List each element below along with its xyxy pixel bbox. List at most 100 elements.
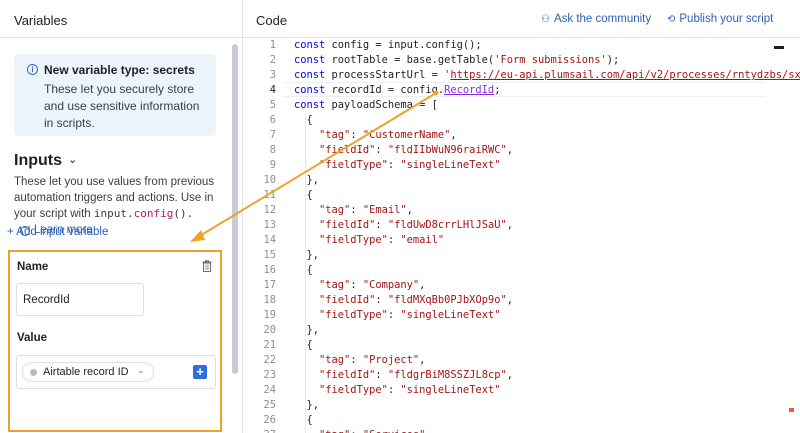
info-icon: i bbox=[27, 64, 38, 75]
code-line[interactable]: 1 const config = input.config(); bbox=[243, 38, 800, 53]
line-number: 27 bbox=[243, 428, 276, 433]
code-line[interactable]: 23 "fieldId": "fldgrBiM8SSZJL8cp", bbox=[243, 368, 800, 383]
variables-scrollbar[interactable] bbox=[232, 44, 238, 374]
input-variable-card: Name RecordId Value Airtable record ID ⌄… bbox=[8, 250, 222, 432]
code-text: { bbox=[294, 113, 313, 128]
code-text: { bbox=[294, 413, 313, 428]
code-line[interactable]: 10 }, bbox=[243, 173, 800, 188]
code-line[interactable]: 26 { bbox=[243, 413, 800, 428]
code-token: "Email" bbox=[362, 204, 407, 216]
secrets-callout: i New variable type: secrets These let y… bbox=[14, 54, 216, 136]
code-token: }, bbox=[294, 324, 320, 336]
code-token: { bbox=[294, 339, 313, 351]
line-number: 14 bbox=[263, 234, 276, 246]
code-line[interactable]: 22 "tag": "Project", bbox=[243, 353, 800, 368]
code-line[interactable]: 5 const payloadSchema = [ bbox=[243, 98, 800, 113]
line-number: 1 bbox=[269, 39, 276, 51]
code-line[interactable]: 27 "tag": "Services", bbox=[243, 428, 800, 433]
code-line[interactable]: 4 const recordId = config.RecordId; bbox=[243, 83, 800, 98]
code-line[interactable]: 20 }, bbox=[243, 323, 800, 338]
code-line[interactable]: 8 "fieldId": "fldIIbWuN96raiRWC", bbox=[243, 143, 800, 158]
callout-title: New variable type: secrets bbox=[44, 63, 195, 77]
code-line[interactable]: 24 "fieldType": "singleLineText" bbox=[243, 383, 800, 398]
code-panel: Code ⚇ Ask the community ⟲ Publish your sc… bbox=[243, 0, 800, 433]
code-panel-title: Code bbox=[256, 13, 288, 28]
share-icon: ⟲ bbox=[667, 14, 676, 25]
line-number: 24 bbox=[263, 384, 276, 396]
publish-script-link[interactable]: ⟲ Publish your script bbox=[667, 13, 773, 25]
inputs-section-toggle[interactable]: Inputs ⌄ bbox=[14, 152, 77, 170]
code-token: const bbox=[294, 39, 326, 51]
code-text: "fieldType": "email" bbox=[294, 233, 444, 248]
code-line[interactable]: 7 "tag": "CustomerName", bbox=[243, 128, 800, 143]
code-token: : bbox=[350, 279, 363, 291]
code-token: "singleLineText" bbox=[400, 309, 501, 321]
code-token: "fieldType" bbox=[319, 159, 388, 171]
variable-value-field[interactable]: Airtable record ID ⌄ + bbox=[16, 355, 216, 389]
add-input-variable-button[interactable]: + Add input variable bbox=[7, 226, 108, 238]
code-text: "fieldId": "fldMXqBb0PJbXOp9o", bbox=[294, 293, 513, 308]
line-number: 10 bbox=[263, 174, 276, 186]
code-token: payloadSchema = [ bbox=[325, 99, 438, 111]
code-token: : bbox=[375, 294, 388, 306]
code-token: "tag" bbox=[319, 204, 351, 216]
people-icon: ⚇ bbox=[541, 14, 550, 25]
code-token: const bbox=[294, 84, 326, 96]
code-token: ; bbox=[494, 84, 501, 96]
code-token: "email" bbox=[400, 234, 445, 246]
code-line[interactable]: 25 }, bbox=[243, 398, 800, 413]
code-text: const payloadSchema = [ bbox=[294, 98, 438, 113]
code-token: { bbox=[294, 264, 313, 276]
line-number: 20 bbox=[263, 324, 276, 336]
code-line[interactable]: 9 "fieldType": "singleLineText" bbox=[243, 158, 800, 173]
chevron-down-icon: ⌄ bbox=[137, 365, 145, 375]
code-line[interactable]: 19 "fieldType": "singleLineText" bbox=[243, 308, 800, 323]
code-text: const processStartUrl = 'https://eu-api.… bbox=[294, 68, 800, 83]
line-number: 25 bbox=[263, 399, 276, 411]
code-token: "fldIIbWuN96raiRWC" bbox=[387, 144, 507, 156]
code-token: : bbox=[350, 429, 363, 433]
code-editor[interactable]: 1 const config = input.config(); 2 const ro… bbox=[243, 38, 800, 433]
code-line[interactable]: 11 { bbox=[243, 188, 800, 203]
code-token: "tag" bbox=[319, 354, 351, 366]
code-text: const rootTable = base.getTable('Form su… bbox=[294, 53, 619, 68]
code-line[interactable]: 12 "tag": "Email", bbox=[243, 203, 800, 218]
code-token: : bbox=[375, 219, 388, 231]
code-line[interactable]: 21 { bbox=[243, 338, 800, 353]
value-select[interactable]: Airtable record ID ⌄ bbox=[22, 362, 154, 382]
variables-scroll-area[interactable]: i New variable type: secrets These let y… bbox=[0, 38, 242, 433]
code-text: "tag": "CustomerName", bbox=[294, 128, 457, 143]
code-token: "Project" bbox=[362, 354, 420, 366]
line-number: 8 bbox=[269, 144, 276, 156]
code-line[interactable]: 18 "fieldId": "fldMXqBb0PJbXOp9o", bbox=[243, 293, 800, 308]
trash-icon[interactable] bbox=[202, 260, 212, 272]
code-text: "fieldType": "singleLineText" bbox=[294, 158, 500, 173]
code-token: "fieldType" bbox=[319, 384, 388, 396]
code-line[interactable]: 17 "tag": "Company", bbox=[243, 278, 800, 293]
line-number: 5 bbox=[269, 99, 276, 111]
ask-community-link[interactable]: ⚇ Ask the community bbox=[541, 13, 651, 25]
code-line[interactable]: 3 const processStartUrl = 'https://eu-api… bbox=[243, 68, 800, 83]
code-line[interactable]: 14 "fieldType": "email" bbox=[243, 233, 800, 248]
code-token: : bbox=[387, 234, 401, 246]
code-line[interactable]: 15 }, bbox=[243, 248, 800, 263]
code-line[interactable]: 13 "fieldId": "fldUwD8crrLHlJSaU", bbox=[243, 218, 800, 233]
code-line[interactable]: 6 { bbox=[243, 113, 800, 128]
code-line[interactable]: 2 const rootTable = base.getTable('Form s… bbox=[243, 53, 800, 68]
code-token: "fieldId" bbox=[319, 219, 376, 231]
config-code: input.config(). bbox=[94, 207, 193, 220]
code-token: const bbox=[294, 99, 326, 111]
line-number: 21 bbox=[263, 339, 276, 351]
insert-value-button[interactable]: + bbox=[193, 365, 207, 379]
variable-name-input[interactable]: RecordId bbox=[16, 283, 144, 316]
code-token: "singleLineText" bbox=[400, 384, 501, 396]
code-token: , bbox=[506, 144, 513, 156]
code-text: { bbox=[294, 263, 313, 278]
line-number: 11 bbox=[263, 189, 276, 201]
code-token: "fieldId" bbox=[319, 294, 376, 306]
code-line[interactable]: 16 { bbox=[243, 263, 800, 278]
line-number: 18 bbox=[263, 294, 276, 306]
